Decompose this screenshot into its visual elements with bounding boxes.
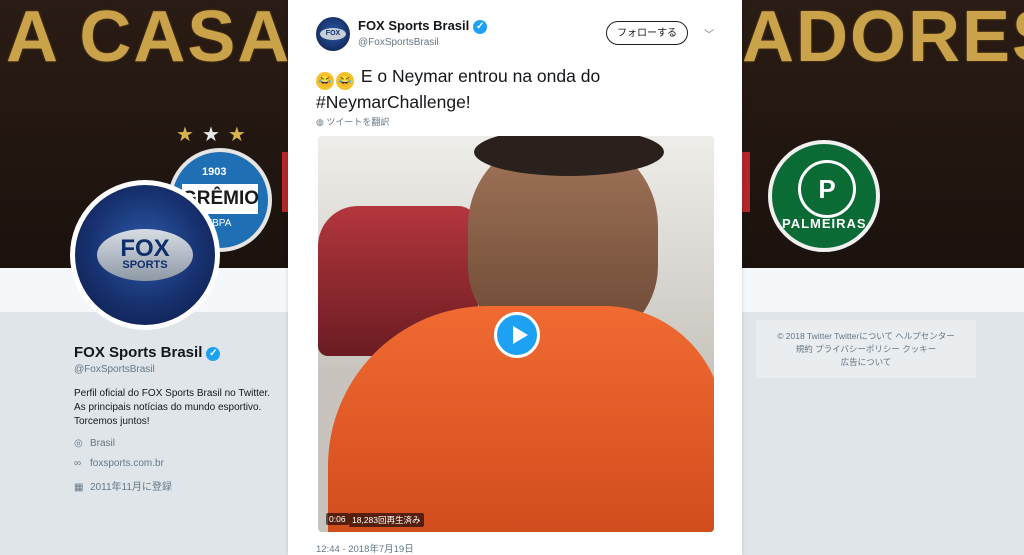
palmeiras-logo: P PALMEIRAS — [768, 140, 880, 252]
fox-sports-logo-icon: FOX SPORTS — [75, 185, 215, 325]
translate-label: ツイートを翻訳 — [326, 117, 390, 127]
footer-links-line[interactable]: 広告について — [756, 356, 976, 368]
banner-text-right: ADORES — [742, 0, 1024, 77]
globe-icon: ◍ — [316, 117, 324, 127]
profile-name[interactable]: FOX Sports Brasil ✓ — [74, 344, 221, 361]
tweet-author-handle[interactable]: @FoxSportsBrasil — [358, 37, 439, 48]
video-view-count: 18,283回再生済み — [349, 513, 424, 527]
tweet-avatar-logo: FOX — [320, 28, 346, 40]
tweet-author-name[interactable]: FOX Sports Brasil ✓ — [358, 18, 488, 34]
calendar-icon: ▦ — [74, 482, 84, 493]
follow-button[interactable]: フォローする — [606, 21, 688, 45]
banner-text-left: A CASA — [6, 0, 292, 77]
tweet-timestamp[interactable]: 12:44 - 2018年7月19日 — [316, 541, 414, 555]
website-text[interactable]: foxsports.com.br — [90, 458, 164, 469]
location-text: Brasil — [90, 438, 116, 449]
bio-line: Perfil oficial do FOX Sports Brasil no T… — [74, 388, 271, 399]
hashtag-link[interactable]: #NeymarChallenge! — [316, 92, 471, 112]
profile-location: ◎ Brasil — [74, 438, 115, 449]
palmeiras-name: PALMEIRAS — [782, 216, 867, 231]
footer-links-line[interactable]: 規約 プライバシーポリシー クッキー — [756, 343, 976, 355]
profile-name-text: FOX Sports Brasil — [74, 344, 203, 361]
gremio-year: 1903 — [202, 166, 227, 178]
avatar-logo-bottom: SPORTS — [122, 259, 168, 271]
tweet-embed-card: FOX FOX Sports Brasil ✓ @FoxSportsBrasil … — [288, 0, 742, 555]
video-duration: 0:06 — [326, 513, 349, 525]
bio-line: As principais notícias do mundo esportiv… — [74, 402, 262, 413]
verified-icon: ✓ — [473, 20, 488, 34]
profile-handle[interactable]: @FoxSportsBrasil — [74, 364, 155, 375]
play-button-icon[interactable] — [494, 312, 540, 358]
verified-icon: ✓ — [206, 347, 221, 361]
link-icon: ∞ — [74, 458, 82, 469]
profile-avatar[interactable]: FOX SPORTS — [70, 180, 220, 330]
chevron-down-icon[interactable]: ﹀ — [702, 26, 716, 41]
rofl-emoji-icon: 😂 — [336, 72, 354, 90]
tweet-author-name-text: FOX Sports Brasil — [358, 18, 470, 33]
joined-text: 2011年11月に登録 — [90, 482, 172, 493]
profile-bio: Perfil oficial do FOX Sports Brasil no T… — [74, 387, 294, 429]
rofl-emoji-icon: 😂 — [316, 72, 334, 90]
tweet-author-avatar[interactable]: FOX — [316, 17, 350, 51]
tweet-text-line1: E o Neymar entrou na onda do — [360, 66, 601, 86]
bio-line: Torcemos juntos! — [74, 416, 150, 427]
tweet-text: 😂 😂 E o Neymar entrou na onda do #NeymarC… — [316, 64, 716, 114]
palmeiras-letter: P — [798, 160, 856, 218]
profile-website[interactable]: ∞ foxsports.com.br — [74, 458, 164, 469]
profile-joined: ▦ 2011年11月に登録 — [74, 478, 172, 493]
tweet-video[interactable]: 0:06 18,283回再生済み — [318, 136, 714, 532]
translate-tweet-link[interactable]: ◍ ツイートを翻訳 — [316, 115, 389, 128]
gremio-stars: ★★★ — [176, 124, 254, 146]
location-pin-icon: ◎ — [74, 438, 83, 449]
footer-links-line[interactable]: © 2018 Twitter Twitterについて ヘルプセンター — [756, 330, 976, 342]
